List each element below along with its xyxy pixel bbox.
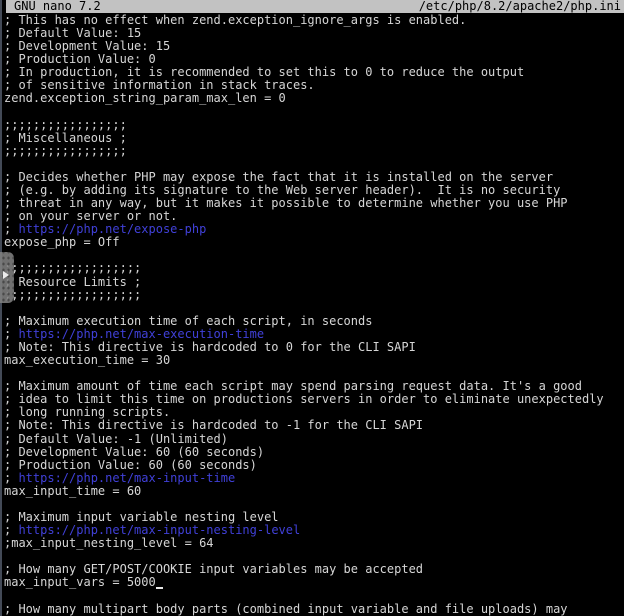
editor-line — [4, 589, 624, 602]
editor-line: ; Note: This directive is hardcoded to -… — [4, 419, 624, 432]
editor-line: ; Maximum amount of time each script may… — [4, 380, 624, 393]
editor-line — [4, 550, 624, 563]
editor-line — [4, 158, 624, 171]
editor-line: ; threat in any way, but it makes it pos… — [4, 197, 624, 210]
editor-line: ;;;;;;;;;;;;;;;;;;; — [4, 262, 624, 275]
editor-line: ; Default Value: 15 — [4, 27, 624, 40]
editor-line: ; Resource Limits ; — [4, 276, 624, 289]
editor-line: ; This has no effect when zend.exception… — [4, 14, 624, 27]
editor-line — [4, 302, 624, 315]
editor-line: ; https://php.net/expose-php — [4, 223, 624, 236]
editor-line — [4, 249, 624, 262]
editor-line: ; https://php.net/max-execution-time — [4, 328, 624, 341]
terminal-window: GNU nano 7.2 /etc/php/8.2/apache2/php.in… — [0, 0, 624, 616]
nano-titlebar: GNU nano 7.2 /etc/php/8.2/apache2/php.in… — [6, 0, 624, 13]
editor-line: ;;;;;;;;;;;;;;;;;;; — [4, 289, 624, 302]
nano-version-label: GNU nano 7.2 — [6, 0, 101, 13]
editor-line: expose_php = Off — [4, 236, 624, 249]
editor-line: ; https://php.net/max-input-nesting-leve… — [4, 524, 624, 537]
editor-line: ; Default Value: -1 (Unlimited) — [4, 433, 624, 446]
editor-line: ; Production Value: 60 (60 seconds) — [4, 459, 624, 472]
editor-line: ; Decides whether PHP may expose the fac… — [4, 171, 624, 184]
editor-line: ; Maximum execution time of each script,… — [4, 315, 624, 328]
editor-line: ;;;;;;;;;;;;;;;;; — [4, 119, 624, 132]
editor-line: max_input_time = 60 — [4, 485, 624, 498]
editor-line: zend.exception_string_param_max_len = 0 — [4, 92, 624, 105]
vnc-control-bar-handle[interactable] — [0, 252, 14, 303]
editor-line: ; of sensitive information in stack trac… — [4, 79, 624, 92]
editor-line: ; How many multipart body parts (combine… — [4, 603, 624, 616]
right-arrow-icon — [3, 271, 9, 279]
editor-line: max_execution_time = 30 — [4, 354, 624, 367]
editor-line: ;max_input_nesting_level = 64 — [4, 537, 624, 550]
editor-line: ; Development Value: 60 (60 seconds) — [4, 446, 624, 459]
editor-line: max_input_vars = 5000 — [4, 576, 624, 589]
php-doc-link: https://php.net/max-input-nesting-level — [18, 524, 300, 537]
editor-line — [4, 367, 624, 380]
editor-buffer[interactable]: ; This has no effect when zend.exception… — [2, 13, 624, 616]
php-doc-link: https://php.net/max-execution-time — [18, 328, 264, 341]
editor-line — [4, 106, 624, 119]
editor-line: ; Note: This directive is hardcoded to 0… — [4, 341, 624, 354]
editor-line: ; How many GET/POST/COOKIE input variabl… — [4, 563, 624, 576]
editor-line — [4, 498, 624, 511]
php-doc-link: https://php.net/expose-php — [18, 223, 206, 236]
edited-file-path: /etc/php/8.2/apache2/php.ini — [419, 0, 624, 13]
editor-line: ; long running scripts. — [4, 406, 624, 419]
editor-line: ; Production Value: 0 — [4, 53, 624, 66]
editor-line: ; https://php.net/max-input-time — [4, 472, 624, 485]
editor-line: ; idea to limit this time on productions… — [4, 393, 624, 406]
editor-line: ; Development Value: 15 — [4, 40, 624, 53]
editor-line: ; In production, it is recommended to se… — [4, 66, 624, 79]
editor-line: ; Maximum input variable nesting level — [4, 511, 624, 524]
editor-line: ; on your server or not. — [4, 210, 624, 223]
php-doc-link: https://php.net/max-input-time — [18, 472, 235, 485]
text-cursor — [156, 577, 163, 589]
editor-line: ; Miscellaneous ; — [4, 132, 624, 145]
editor-line: ;;;;;;;;;;;;;;;;; — [4, 145, 624, 158]
editor-line: ; (e.g. by adding its signature to the W… — [4, 184, 624, 197]
